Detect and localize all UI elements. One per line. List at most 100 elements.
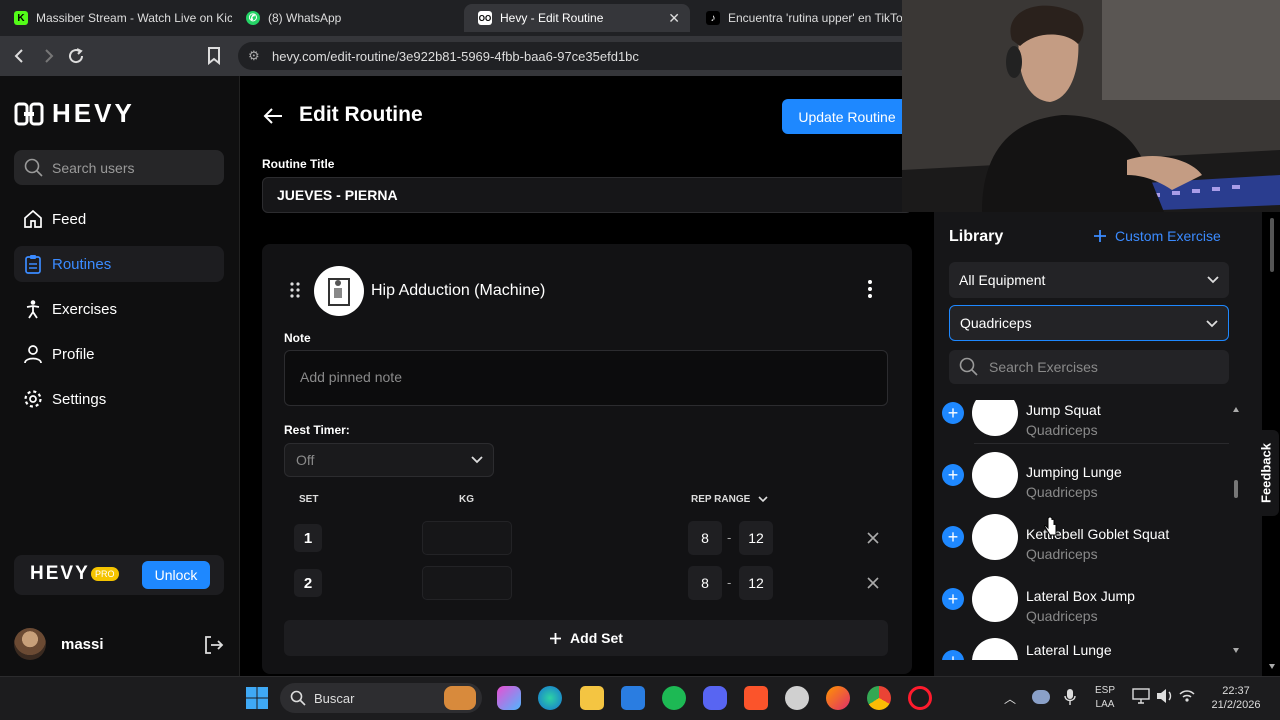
tab-label: Hevy - Edit Routine	[500, 11, 604, 25]
update-routine-button[interactable]: Update Routine	[782, 99, 912, 134]
discord-icon[interactable]	[703, 686, 727, 710]
add-exercise-button[interactable]: +	[942, 526, 964, 548]
reload-icon[interactable]	[64, 44, 88, 68]
kick-icon: K	[14, 11, 28, 25]
set-number[interactable]: 1	[294, 524, 322, 552]
windows-start-icon[interactable]	[245, 686, 269, 715]
list-item[interactable]: + Lateral Lunge	[940, 630, 1240, 660]
remove-set-icon[interactable]	[867, 531, 879, 549]
copilot-icon[interactable]	[497, 686, 521, 710]
avatar[interactable]	[14, 628, 46, 660]
sidebar-item-exercises[interactable]: Exercises	[14, 291, 224, 327]
username[interactable]: massi	[61, 636, 104, 653]
list-item[interactable]: + Kettlebell Goblet Squat Quadriceps	[940, 506, 1240, 568]
library-scrollbar[interactable]	[1232, 404, 1240, 656]
spotify-icon[interactable]	[662, 686, 686, 710]
hevy-logo[interactable]: HEVY	[14, 98, 135, 129]
logout-icon[interactable]	[202, 634, 224, 661]
url-text: hevy.com/edit-routine/3e922b81-5969-4fbb…	[272, 48, 639, 64]
rep-max-input[interactable]: 12	[739, 521, 773, 555]
remove-set-icon[interactable]	[867, 576, 879, 594]
custom-exercise-button[interactable]: Custom Exercise	[1093, 228, 1221, 244]
network-icon[interactable]	[1178, 688, 1196, 709]
tab-tiktok[interactable]: ♪ Encuentra 'rutina upper' en TikTok |	[692, 4, 904, 32]
chevron-down-icon	[1206, 320, 1218, 328]
drag-handle-icon[interactable]	[289, 281, 301, 304]
feedback-tab[interactable]: Feedback	[1253, 430, 1279, 516]
list-item[interactable]: + Lateral Box Jump Quadriceps	[940, 568, 1240, 630]
user-search-input[interactable]: Search users	[14, 150, 224, 185]
add-exercise-button[interactable]: +	[942, 464, 964, 486]
set-number[interactable]: 2	[294, 569, 322, 597]
tab-kick[interactable]: K Massiber Stream - Watch Live on Kick	[0, 4, 232, 32]
kg-input[interactable]	[422, 566, 512, 600]
file-explorer-icon[interactable]	[580, 686, 604, 710]
edge-icon[interactable]	[538, 686, 562, 710]
volume-icon[interactable]	[1156, 688, 1174, 709]
tab-hevy[interactable]: OO Hevy - Edit Routine ✕	[464, 4, 690, 32]
routine-title-input[interactable]: JUEVES - PIERNA	[262, 177, 912, 213]
tiktok-icon: ♪	[706, 11, 720, 25]
close-tab-icon[interactable]: ✕	[668, 10, 680, 27]
equipment-value: All Equipment	[959, 272, 1046, 288]
rep-max-input[interactable]: 12	[739, 566, 773, 600]
mouse-cursor-icon	[1044, 516, 1058, 543]
more-options-icon[interactable]	[864, 279, 876, 304]
opera-icon[interactable]	[908, 686, 932, 710]
forward-icon[interactable]	[36, 44, 60, 68]
site-settings-icon[interactable]: ⚙	[248, 48, 260, 64]
rep-separator: -	[727, 575, 732, 590]
rep-min-input[interactable]: 8	[688, 566, 722, 600]
search-highlight-icon	[444, 686, 476, 710]
address-bar[interactable]: ⚙ hevy.com/edit-routine/3e922b81-5969-4f…	[238, 42, 918, 70]
monitor-icon[interactable]	[1132, 688, 1150, 709]
custom-exercise-label: Custom Exercise	[1115, 228, 1221, 244]
sidebar-item-feed[interactable]: Feed	[14, 201, 224, 237]
back-arrow-icon[interactable]	[262, 106, 284, 131]
chrome-icon[interactable]	[867, 686, 891, 710]
obs-icon[interactable]	[785, 686, 809, 710]
language-indicator[interactable]: ESP LAA	[1090, 684, 1120, 712]
plus-icon	[550, 632, 562, 644]
rep-min-input[interactable]: 8	[688, 521, 722, 555]
rep-range-header[interactable]: REP RANGE	[691, 494, 768, 505]
rest-timer-select[interactable]: Off	[284, 443, 494, 477]
sidebar-item-profile[interactable]: Profile	[14, 336, 224, 372]
store-icon[interactable]	[621, 686, 645, 710]
sidebar-item-routines[interactable]: Routines	[14, 246, 224, 282]
exercise-thumbnail	[314, 266, 364, 316]
back-icon[interactable]	[8, 44, 32, 68]
kg-input[interactable]	[422, 521, 512, 555]
bookmark-icon[interactable]	[202, 44, 226, 68]
plus-icon	[1094, 230, 1106, 242]
microphone-icon[interactable]	[1064, 688, 1076, 711]
exercise-name[interactable]: Hip Adduction (Machine)	[371, 282, 545, 300]
set-column-header: SET	[299, 494, 319, 505]
unlock-button[interactable]: Unlock	[142, 561, 210, 589]
exercise-search-input[interactable]: Search Exercises	[949, 350, 1229, 384]
firefox-icon[interactable]	[826, 686, 850, 710]
onedrive-icon[interactable]	[1032, 690, 1050, 704]
sidebar-item-settings[interactable]: Settings	[14, 381, 224, 417]
clock[interactable]: 22:37 21/2/2026	[1200, 684, 1272, 712]
add-set-button[interactable]: Add Set	[284, 620, 888, 656]
note-input[interactable]: Add pinned note	[284, 350, 888, 406]
list-item[interactable]: + Jump Squat Quadriceps	[940, 400, 1240, 444]
routine-title-label: Routine Title	[262, 157, 335, 171]
exercise-muscle: Quadriceps	[1026, 484, 1098, 500]
tab-whatsapp[interactable]: ✆ (8) WhatsApp	[232, 4, 462, 32]
pro-badge: PRO	[91, 567, 119, 581]
exercise-muscle: Quadriceps	[1026, 608, 1098, 624]
add-exercise-button[interactable]: +	[942, 650, 964, 660]
taskbar-search[interactable]: Buscar	[280, 683, 482, 713]
brave-icon[interactable]	[744, 686, 768, 710]
chevron-up-icon[interactable]: ︿	[1004, 690, 1016, 707]
muscle-select[interactable]: Quadriceps	[949, 305, 1229, 341]
add-exercise-button[interactable]: +	[942, 402, 964, 424]
sidebar-item-label: Feed	[52, 210, 87, 228]
list-item[interactable]: + Jumping Lunge Quadriceps	[940, 444, 1240, 506]
exercise-name: Jumping Lunge	[1026, 464, 1122, 480]
add-exercise-button[interactable]: +	[942, 588, 964, 610]
equipment-select[interactable]: All Equipment	[949, 262, 1229, 298]
sidebar-item-label: Exercises	[52, 300, 118, 318]
